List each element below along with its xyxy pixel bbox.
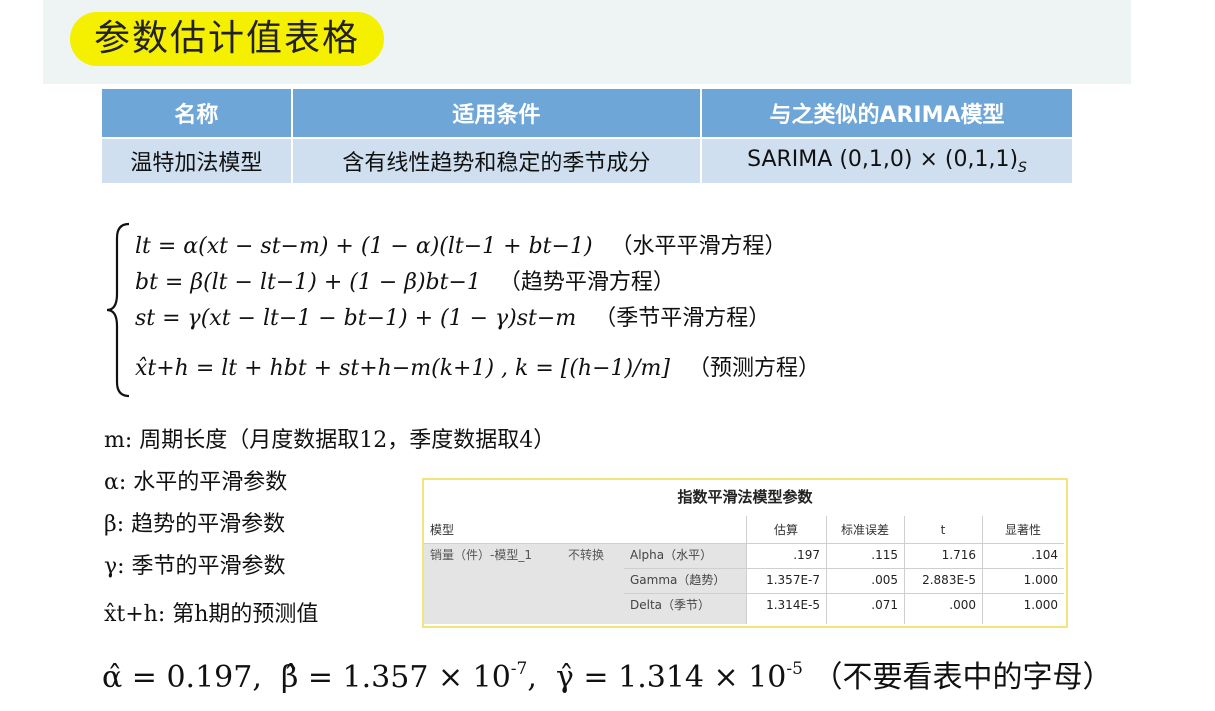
- delta-se: .071: [871, 598, 898, 612]
- gamma-t: 2.883E-5: [922, 573, 976, 587]
- gamma-estimate: 1.357E-7: [766, 573, 820, 587]
- gamma-result: γ̂ = 1.314 × 10: [555, 660, 787, 695]
- def-alpha: α: 水平的平滑参数: [104, 470, 288, 495]
- col-header-condition: 适用条件: [292, 89, 703, 137]
- alpha-estimate: .197: [793, 548, 820, 562]
- col-header-arima: 与之类似的ARIMA模型: [702, 89, 1072, 137]
- hdr-model: 模型: [430, 523, 455, 537]
- spss-parameter-table: 指数平滑法模型参数 模型 估算 标准误差 t 显著性 销量（件）-模型_1 不转…: [422, 478, 1068, 628]
- cell-condition: 含有线性趋势和稳定的季节成分: [292, 137, 703, 183]
- model-condition-table: 名称 适用条件 与之类似的ARIMA模型 温特加法模型 含有线性趋势和稳定的季节…: [102, 89, 1072, 183]
- hdr-sig: 显著性: [1004, 523, 1041, 537]
- beta-exponent: -7: [510, 659, 528, 679]
- alpha-result: α̂ = 0.197: [102, 660, 253, 695]
- def-beta: β: 趋势的平滑参数: [104, 512, 286, 537]
- delta-t: .000: [949, 598, 976, 612]
- trend-equation: bt = β(lt − lt−1) + (1 − β)bt−1 （趋势平滑方程）: [135, 270, 675, 295]
- delta-estimate: 1.314E-5: [766, 598, 820, 612]
- arima-subscript: S: [1018, 159, 1027, 176]
- alpha-se: .115: [871, 548, 898, 562]
- gamma-sig: 1.000: [1023, 573, 1058, 587]
- hdr-t: t: [940, 523, 946, 537]
- level-equation: lt = α(xt − st−m) + (1 − α)(lt−1 + bt−1)…: [135, 234, 787, 259]
- table-row: 温特加法模型 含有线性趋势和稳定的季节成分 SARIMA (0,1,0) × (…: [102, 137, 1072, 183]
- delta-sig: 1.000: [1023, 598, 1058, 612]
- model-name: 销量（件）-模型_1: [430, 548, 532, 562]
- hdr-se: 标准误差: [840, 523, 889, 537]
- result-line: α̂ = 0.197, β̂ = 1.357 × 10-7, γ̂ = 1.31…: [102, 659, 1113, 695]
- def-gamma: γ: 季节的平滑参数: [104, 554, 286, 579]
- transform-label: 不转换: [568, 548, 605, 562]
- col-header-name: 名称: [102, 89, 293, 137]
- def-m: m: 周期长度（月度数据取12，季度数据取4）: [104, 428, 556, 453]
- param-alpha: Alpha（水平）: [630, 548, 713, 562]
- arima-text: SARIMA (0,1,0) × (0,1,1): [747, 146, 1019, 172]
- beta-result: β̂ = 1.357 × 10: [280, 660, 511, 695]
- alpha-t: 1.716: [941, 548, 976, 562]
- gamma-exponent: -5: [786, 659, 803, 679]
- season-equation: st = γ(xt − lt−1 − bt−1) + (1 − γ)st−m （季…: [135, 306, 771, 331]
- spss-title: 指数平滑法模型参数: [677, 488, 813, 506]
- result-note: （不要看表中的字母）: [812, 660, 1113, 695]
- cell-arima: SARIMA (0,1,0) × (0,1,1)S: [702, 137, 1072, 183]
- cell-model-name: 温特加法模型: [102, 137, 293, 183]
- alpha-sig: .104: [1031, 548, 1058, 562]
- def-xhat: x̂t+h: 第h期的预测值: [104, 602, 319, 627]
- forecast-equation: x̂t+h = lt + hbt + st+h−m(k+1) , k = [(h…: [135, 356, 820, 381]
- gamma-se: .005: [871, 573, 898, 587]
- param-gamma: Gamma（趋势）: [630, 573, 726, 587]
- param-delta: Delta（季节）: [630, 598, 711, 612]
- equation-system: lt = α(xt − st−m) + (1 − α)(lt−1 + bt−1)…: [103, 220, 823, 400]
- page-title: 参数估计值表格: [70, 12, 384, 66]
- left-brace-icon: [106, 222, 130, 398]
- hdr-estimate: 估算: [773, 523, 798, 537]
